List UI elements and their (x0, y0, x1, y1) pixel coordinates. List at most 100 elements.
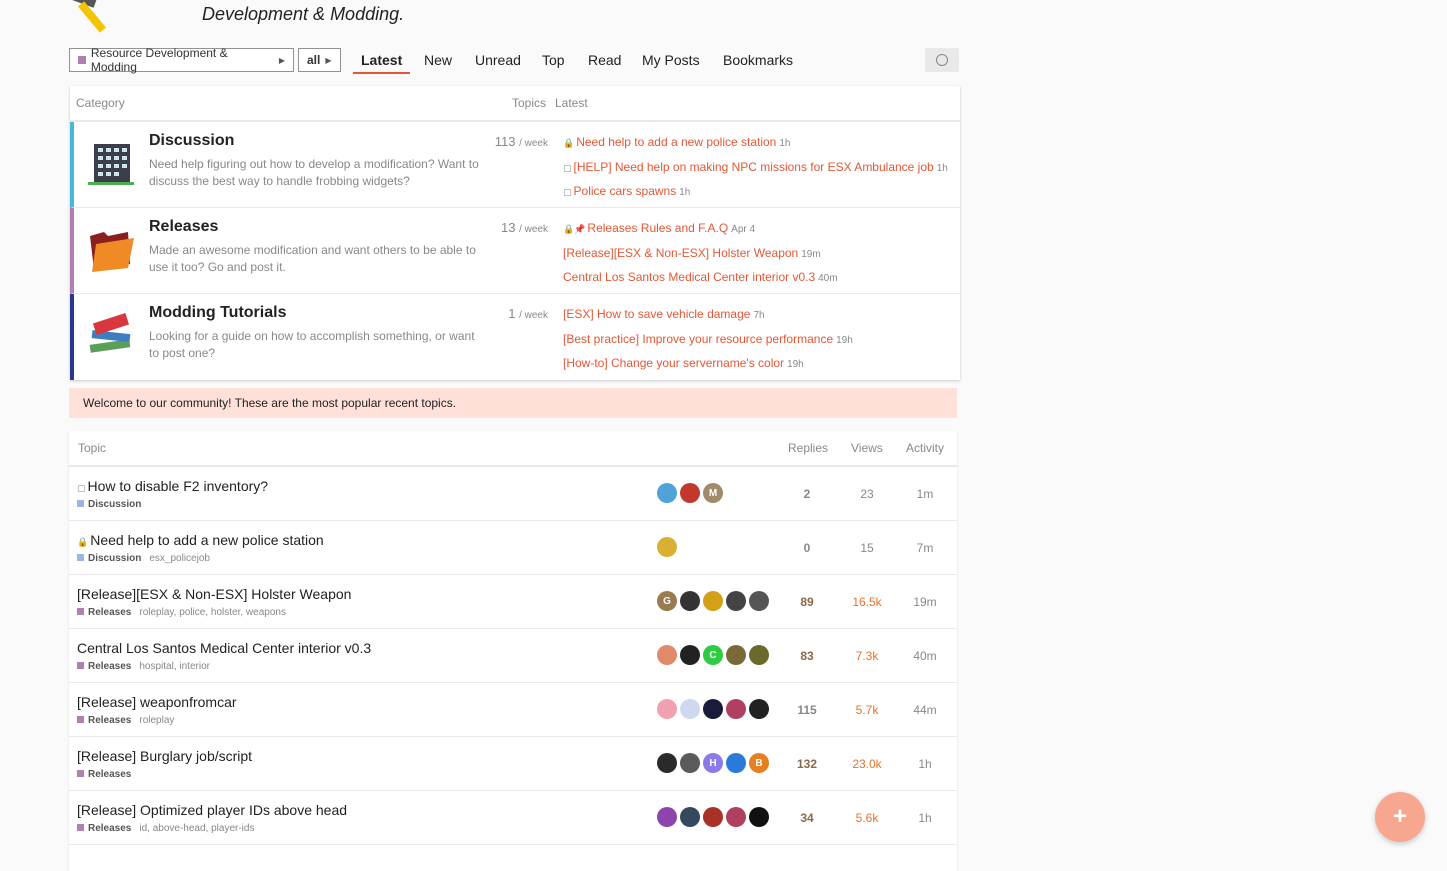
header-replies[interactable]: Replies (788, 441, 828, 455)
avatar[interactable] (680, 699, 700, 719)
topic-title-text[interactable]: Need help to add a new police station (90, 532, 324, 548)
topic-row[interactable]: [Release][ESX & Non-ESX] Holster Weapon … (69, 575, 957, 629)
topic-title[interactable]: [Release] Burglary job/script (77, 748, 252, 764)
latest-topic-title[interactable]: [HELP] Need help on making NPC missions … (574, 160, 934, 174)
topic-category[interactable]: Releases (88, 715, 131, 726)
avatar[interactable] (680, 753, 700, 773)
topic-tags[interactable]: esx_policejob (149, 553, 210, 564)
latest-topic-title[interactable]: Central Los Santos Medical Center interi… (563, 270, 815, 284)
topic-title[interactable]: [Release] weaponfromcar (77, 694, 237, 710)
category-row-modding-tutorials[interactable]: Modding Tutorials Looking for a guide on… (70, 294, 960, 380)
tab-read[interactable]: Read (588, 48, 621, 74)
tab-bookmarks[interactable]: Bookmarks (723, 48, 793, 74)
tab-top[interactable]: Top (542, 48, 565, 74)
avatar[interactable] (680, 483, 700, 503)
latest-topic-title[interactable]: Releases Rules and F.A.Q (587, 221, 728, 235)
avatar[interactable] (726, 645, 746, 665)
latest-topic-link[interactable]: ▢ Police cars spawns 1h (563, 181, 963, 206)
avatar[interactable] (657, 753, 677, 773)
topic-activity[interactable]: 1h (897, 811, 953, 825)
latest-topic-title[interactable]: Need help to add a new police station (576, 135, 776, 149)
latest-topic-link[interactable]: 🔒 Need help to add a new police station 1h (563, 132, 963, 157)
avatar[interactable] (749, 591, 769, 611)
topic-category[interactable]: Releases (88, 607, 131, 618)
avatar[interactable]: M (703, 483, 723, 503)
avatar[interactable] (680, 807, 700, 827)
topic-tags[interactable]: id, above-head, player-ids (139, 823, 254, 834)
topic-title[interactable]: ▢ How to disable F2 inventory? (77, 478, 268, 494)
latest-topic-link[interactable]: ▢ [HELP] Need help on making NPC missions… (563, 157, 963, 182)
tab-my-posts[interactable]: My Posts (642, 48, 700, 74)
topic-activity[interactable]: 40m (897, 649, 953, 663)
topic-row[interactable]: [Release] weaponfromcar Releases roleplay… (69, 683, 957, 737)
category-row-discussion[interactable]: Discussion Need help figuring out how to… (70, 122, 960, 208)
topic-row[interactable]: ▢ How to disable F2 inventory? Discussion… (69, 467, 957, 521)
latest-topic-title[interactable]: [How-to] Change your servername's color (563, 356, 784, 370)
header-views[interactable]: Views (851, 441, 883, 455)
category-name[interactable]: Discussion (149, 132, 234, 150)
header-activity[interactable]: Activity (906, 441, 944, 455)
topic-activity[interactable]: 19m (897, 595, 953, 609)
topic-tags[interactable]: roleplay, police, holster, weapons (139, 607, 286, 618)
avatar[interactable] (657, 483, 677, 503)
topic-activity[interactable]: 44m (897, 703, 953, 717)
category-dropdown[interactable]: Resource Development & Modding ▶ (69, 46, 294, 74)
topic-title[interactable]: Central Los Santos Medical Center interi… (77, 640, 371, 656)
avatar[interactable] (680, 591, 700, 611)
tab-new[interactable]: New (424, 48, 452, 74)
tag-dropdown[interactable]: all ▶ (298, 48, 341, 72)
latest-topic-link[interactable]: 🔒📌 Releases Rules and F.A.Q Apr 4 (563, 218, 963, 243)
category-name[interactable]: Releases (149, 218, 218, 236)
latest-topic-title[interactable]: [Best practice] Improve your resource pe… (563, 332, 833, 346)
topic-title[interactable]: [Release][ESX & Non-ESX] Holster Weapon (77, 586, 351, 602)
create-topic-button[interactable]: + (1375, 792, 1425, 842)
topic-activity[interactable]: 7m (897, 541, 953, 555)
avatar[interactable] (657, 807, 677, 827)
avatar[interactable] (680, 645, 700, 665)
topic-category[interactable]: Releases (88, 661, 131, 672)
topic-category[interactable]: Discussion (88, 499, 141, 510)
toggle-button[interactable] (925, 48, 959, 72)
avatar[interactable] (749, 807, 769, 827)
topic-tags[interactable]: hospital, interior (139, 661, 210, 672)
category-name[interactable]: Modding Tutorials (149, 304, 286, 322)
topic-title[interactable]: 🔒 Need help to add a new police station (77, 532, 324, 548)
avatar[interactable] (657, 645, 677, 665)
topic-row[interactable]: [Release] Optimized player IDs above hea… (69, 791, 957, 845)
avatar[interactable] (726, 753, 746, 773)
latest-topic-link[interactable]: [Best practice] Improve your resource pe… (563, 329, 963, 354)
latest-topic-title[interactable]: [Release][ESX & Non-ESX] Holster Weapon (563, 246, 798, 260)
latest-topic-title[interactable]: Police cars spawns (574, 184, 677, 198)
avatar[interactable]: C (703, 645, 723, 665)
topic-row[interactable]: [Release] Burglary job/script Releases H… (69, 737, 957, 791)
category-row-releases[interactable]: Releases Made an awesome modification an… (70, 208, 960, 294)
topic-category[interactable]: Releases (88, 823, 131, 834)
topic-tags[interactable]: roleplay (139, 715, 174, 726)
topic-title-text[interactable]: How to disable F2 inventory? (88, 478, 269, 494)
avatar[interactable] (726, 699, 746, 719)
avatar[interactable] (726, 591, 746, 611)
latest-topic-link[interactable]: [Release][ESX & Non-ESX] Holster Weapon 1… (563, 243, 963, 268)
tab-unread[interactable]: Unread (475, 48, 521, 74)
avatar[interactable] (657, 537, 677, 557)
topic-activity[interactable]: 1h (897, 757, 953, 771)
avatar[interactable] (703, 699, 723, 719)
avatar[interactable] (703, 591, 723, 611)
topic-row[interactable]: 🔒 Need help to add a new police station D… (69, 521, 957, 575)
avatar[interactable]: H (703, 753, 723, 773)
avatar[interactable] (703, 807, 723, 827)
topic-category[interactable]: Discussion (88, 553, 141, 564)
latest-topic-link[interactable]: [ESX] How to save vehicle damage 7h (563, 304, 963, 329)
latest-topic-link[interactable]: Central Los Santos Medical Center interi… (563, 267, 963, 292)
topic-activity[interactable]: 1m (897, 487, 953, 501)
avatar[interactable] (726, 807, 746, 827)
topic-category[interactable]: Releases (88, 769, 131, 780)
avatar[interactable] (749, 645, 769, 665)
header-topic[interactable]: Topic (78, 441, 106, 455)
latest-topic-link[interactable]: [How-to] Change your servername's color 1… (563, 353, 963, 378)
avatar[interactable]: G (657, 591, 677, 611)
topic-row[interactable]: Central Los Santos Medical Center interi… (69, 629, 957, 683)
tab-latest[interactable]: Latest (353, 48, 411, 74)
avatar[interactable]: B (749, 753, 769, 773)
avatar[interactable] (657, 699, 677, 719)
